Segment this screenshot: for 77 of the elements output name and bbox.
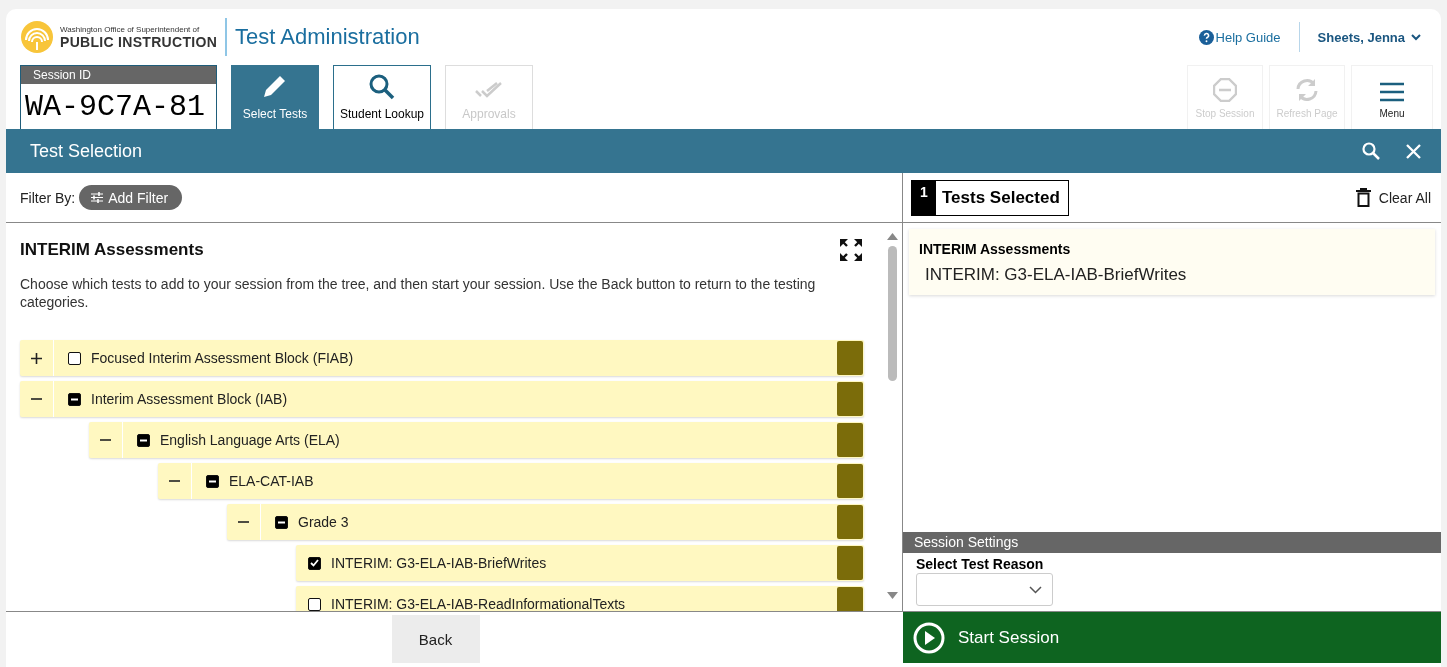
tab[interactable]: Select Tests	[231, 65, 319, 129]
search-icon	[1362, 142, 1380, 160]
expand-icon	[840, 239, 862, 261]
org-name: Washington Office of Superintendent of	[60, 24, 201, 34]
tree-row[interactable]: INTERIM: G3-ELA-IAB-BriefWrites	[296, 545, 864, 581]
tree-row[interactable]: Grade 3	[227, 504, 864, 540]
checkbox[interactable]	[308, 597, 321, 611]
indeterminate-checkbox[interactable]	[275, 515, 288, 529]
tree-label: INTERIM: G3-ELA-IAB-BriefWrites	[331, 555, 548, 571]
chevron-down-icon	[1411, 33, 1421, 41]
row-handle	[837, 546, 863, 580]
indeterminate-checkbox[interactable]	[137, 433, 150, 447]
tree-label: INTERIM: G3-ELA-IAB-ReadInformationalTexts	[331, 596, 627, 611]
clear-all-button[interactable]: Clear All	[1355, 188, 1431, 207]
tree-row[interactable]: Focused Interim Assessment Block (FIAB)	[20, 340, 864, 376]
sliders-icon	[91, 192, 104, 203]
checkbox[interactable]	[68, 351, 81, 365]
trash-icon	[1355, 188, 1371, 207]
section-heading: INTERIM Assessments	[20, 240, 204, 260]
row-handle	[837, 341, 863, 375]
tab[interactable]: Student Lookup	[333, 65, 431, 129]
field-label: Select Test Reason	[916, 556, 1045, 572]
tree-row[interactable]: Interim Assessment Block (IAB)	[20, 381, 864, 417]
minus-icon	[238, 521, 249, 523]
row-handle	[837, 505, 863, 539]
logo-icon	[20, 20, 54, 54]
minus-icon	[209, 479, 216, 483]
chevron-down-icon	[1029, 585, 1042, 594]
search-icon	[368, 73, 396, 101]
scroll-up-icon[interactable]	[886, 233, 898, 240]
row-handle	[837, 587, 863, 611]
add-filter-button[interactable]: Add Filter	[79, 185, 183, 210]
instructions: Choose which tests to add to your session from the tree, and then start your session. Use the Back button to return to the testing categories.	[20, 275, 817, 311]
indeterminate-checkbox[interactable]	[206, 474, 219, 488]
help-icon	[1198, 29, 1214, 45]
tree-row[interactable]: ELA-CAT-IAB	[158, 463, 864, 499]
checkbox[interactable]	[308, 556, 321, 570]
search-button[interactable]	[1362, 142, 1380, 160]
tree-label: Focused Interim Assessment Block (FIAB)	[91, 350, 355, 366]
row-handle	[837, 423, 863, 457]
minus-icon	[169, 480, 180, 482]
minus-icon	[71, 397, 78, 401]
tree-label: ELA-CAT-IAB	[229, 473, 315, 489]
org-name: PUBLIC INSTRUCTION	[60, 33, 218, 50]
minus-icon	[140, 438, 147, 442]
help-link[interactable]: Help Guide	[1198, 22, 1300, 52]
close-icon	[1406, 143, 1421, 159]
user-menu[interactable]: Sheets, Jenna	[1317, 29, 1421, 45]
scroll-down-icon[interactable]	[886, 592, 898, 599]
page-title: Test Selection	[30, 140, 144, 162]
expand-view-button[interactable]	[840, 239, 862, 261]
row-handle	[837, 382, 863, 416]
play-icon	[913, 621, 945, 654]
plus-icon	[31, 352, 42, 364]
selected-test: INTERIM: G3-ELA-IAB-BriefWrites	[924, 265, 1188, 285]
group-heading: INTERIM Assessments	[919, 241, 1072, 257]
minus-icon	[31, 398, 42, 400]
app-title: Test Administration	[235, 24, 420, 50]
session-settings-header: Session Settings	[903, 532, 1441, 553]
tree-label: English Language Arts (ELA)	[160, 432, 341, 448]
close-button[interactable]	[1406, 143, 1421, 159]
back-button[interactable]: Back	[391, 615, 480, 663]
indeterminate-checkbox[interactable]	[68, 392, 81, 406]
session-id-label: Session ID	[21, 66, 216, 84]
selected-count-badge: 1 Tests Selected	[911, 179, 1069, 216]
checkmark-icon	[310, 559, 319, 567]
scroll-thumb[interactable]	[887, 246, 897, 381]
minus-icon	[278, 520, 285, 524]
tree-row[interactable]: English Language Arts (ELA)	[89, 422, 864, 458]
session-id: WA-9C7A-81	[24, 89, 207, 126]
tree-row[interactable]: INTERIM: G3-ELA-IAB-ReadInformationalTexts	[296, 586, 864, 611]
minus-icon	[100, 439, 111, 441]
tree-label: Grade 3	[298, 514, 350, 530]
filter-label: Filter By:	[20, 189, 76, 206]
row-handle	[837, 464, 863, 498]
tree-label: Interim Assessment Block (IAB)	[91, 391, 289, 407]
start-session-button[interactable]: Start Session	[903, 612, 1441, 663]
